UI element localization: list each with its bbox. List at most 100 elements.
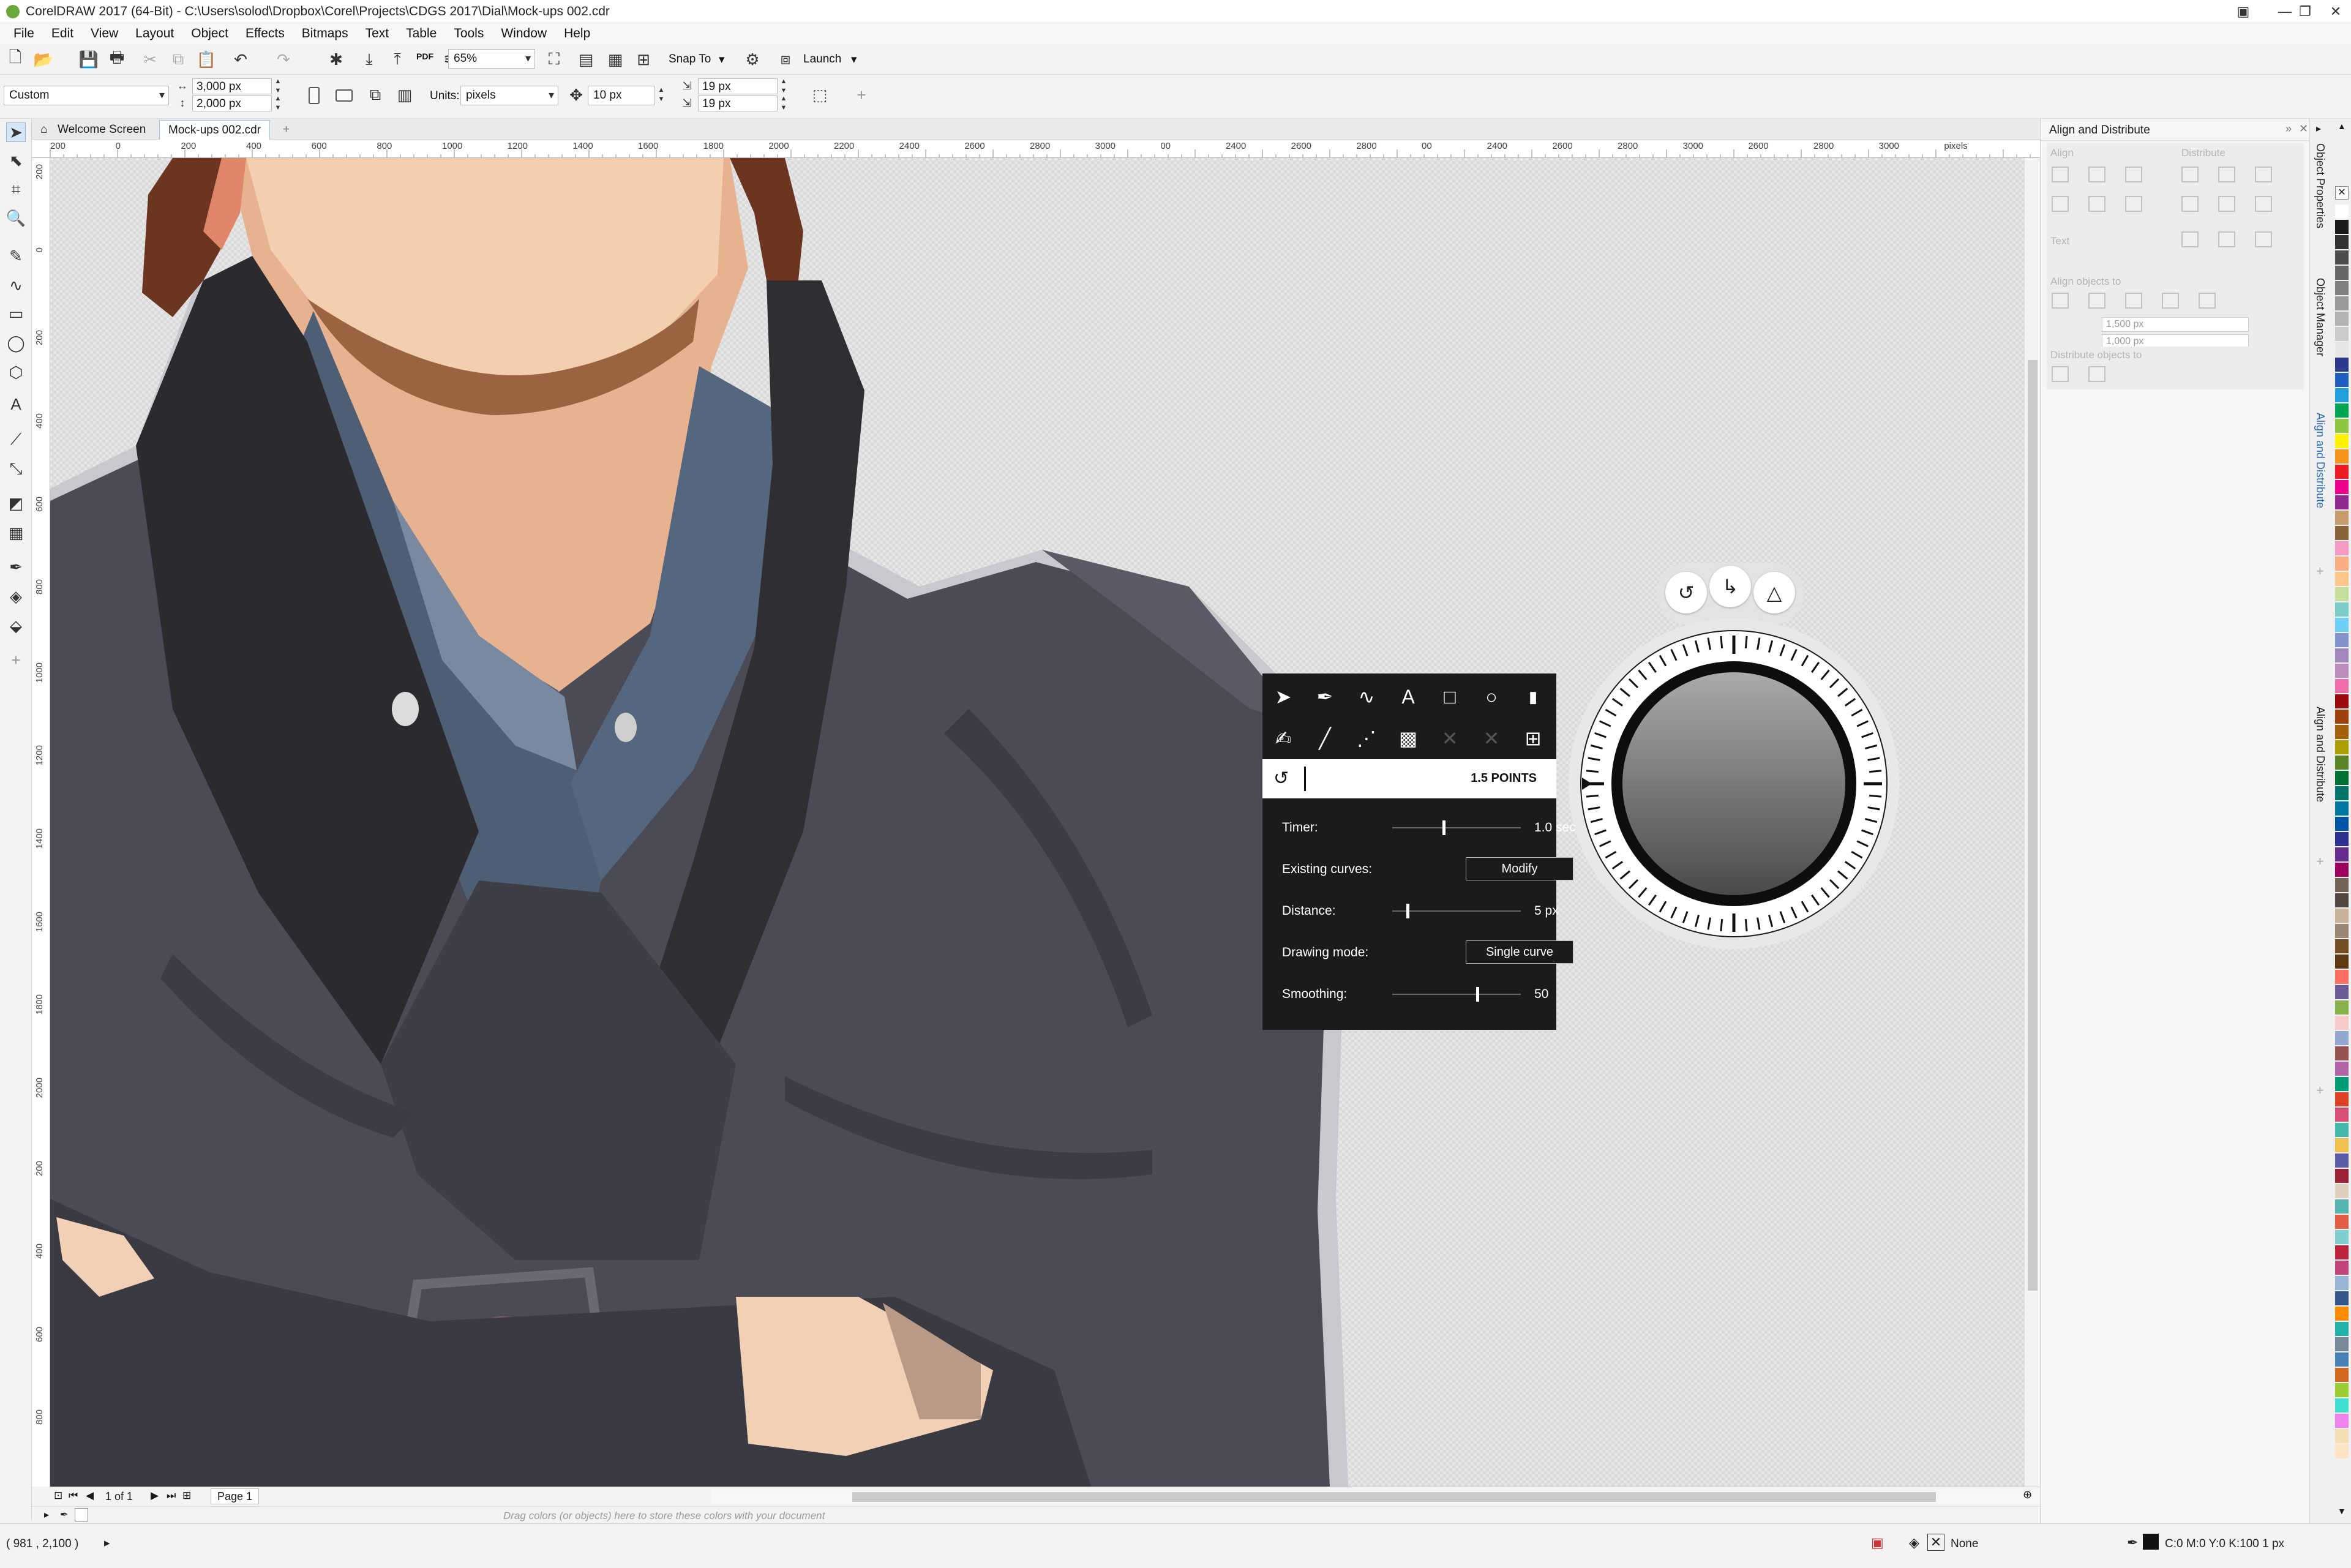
color-swatch[interactable]: [2335, 832, 2349, 846]
color-swatch[interactable]: [2335, 312, 2349, 326]
color-swatch[interactable]: [2335, 250, 2349, 264]
restore-button[interactable]: ❐: [2290, 0, 2320, 23]
vertical-scroll-thumb[interactable]: [2028, 360, 2038, 1291]
horizontal-ruler[interactable]: 200 0 200 400 600 800 1000 1200 1400 1600 1800 2000…: [32, 140, 2040, 158]
parallel-dimension-tool-icon[interactable]: ⟋: [6, 430, 26, 449]
crop-tool-icon[interactable]: ⌗: [6, 180, 26, 200]
undo-icon[interactable]: ↶: [231, 50, 250, 69]
shape-tool-icon[interactable]: ⬉: [6, 151, 26, 170]
horizontal-scrollbar[interactable]: [711, 1490, 2071, 1504]
brush-size-strip[interactable]: ↺ 1.5 POINTS: [1262, 759, 1556, 798]
text-align-icon-3[interactable]: [2255, 231, 2272, 247]
menu-effects[interactable]: Effects: [237, 26, 293, 41]
distribute-middle-icon[interactable]: [2218, 196, 2235, 212]
color-swatch[interactable]: [2335, 847, 2349, 861]
color-swatch[interactable]: [2335, 786, 2349, 800]
menu-file[interactable]: File: [5, 26, 43, 41]
status-expand-icon[interactable]: ▸: [104, 1536, 110, 1550]
color-swatch[interactable]: [2335, 1261, 2349, 1275]
smart-fill-tool-icon[interactable]: ⬙: [6, 616, 26, 636]
color-swatch[interactable]: [2335, 1046, 2349, 1060]
dial-undo-icon[interactable]: ↺: [1665, 572, 1707, 613]
help-icon[interactable]: ▣: [2222, 0, 2264, 23]
color-swatch[interactable]: [2335, 495, 2349, 509]
last-page-icon[interactable]: ⏭: [167, 1490, 176, 1502]
color-swatch[interactable]: [2335, 526, 2349, 540]
menu-tools[interactable]: Tools: [445, 26, 492, 41]
show-guidelines-icon[interactable]: ⊞: [634, 50, 653, 69]
menu-view[interactable]: View: [82, 26, 127, 41]
color-swatch[interactable]: [2335, 710, 2349, 724]
align-to-grid-icon[interactable]: [2162, 293, 2179, 309]
polygon-tool-icon[interactable]: ⬡: [6, 362, 26, 382]
color-swatch[interactable]: [2335, 1123, 2349, 1137]
color-swatch[interactable]: [2335, 1322, 2349, 1336]
color-swatch[interactable]: [2335, 1398, 2349, 1412]
color-swatch[interactable]: [2335, 863, 2349, 877]
distribute-bottom-icon[interactable]: [2255, 196, 2272, 212]
duplicate-y-field[interactable]: 19 px: [698, 96, 778, 111]
tab-welcome-screen[interactable]: Welcome Screen: [49, 120, 154, 140]
color-swatch[interactable]: [2335, 419, 2349, 433]
color-swatch[interactable]: [2335, 1245, 2349, 1259]
color-eyedropper-tool-icon[interactable]: ✒: [6, 557, 26, 577]
copy-icon[interactable]: ⧉: [169, 50, 187, 69]
color-swatch[interactable]: [2335, 924, 2349, 938]
tab-object-properties[interactable]: Object Properties: [2314, 143, 2327, 228]
eyedropper-icon[interactable]: ✒: [60, 1509, 68, 1521]
pick-tool-icon[interactable]: ➤: [1269, 682, 1298, 711]
timer-slider[interactable]: [1392, 827, 1521, 828]
color-swatch[interactable]: [2335, 1092, 2349, 1106]
palette-scroll-down-icon[interactable]: ▼: [2338, 1506, 2346, 1516]
outline-color-swatch[interactable]: [2143, 1534, 2159, 1550]
add-docker-icon[interactable]: +: [2316, 563, 2324, 579]
color-swatch[interactable]: [2335, 342, 2349, 356]
color-swatch[interactable]: [2335, 1383, 2349, 1397]
menu-edit[interactable]: Edit: [43, 26, 82, 41]
color-swatch[interactable]: [2335, 1276, 2349, 1290]
interactive-fill-tool-icon[interactable]: ◈: [6, 587, 26, 606]
color-swatch[interactable]: [2335, 1184, 2349, 1198]
add-icon[interactable]: ⊞: [1518, 724, 1548, 753]
close-button[interactable]: ✕: [2320, 0, 2351, 23]
treat-as-filled-icon[interactable]: ⬚: [811, 86, 829, 104]
next-page-icon[interactable]: ▶: [151, 1490, 159, 1502]
launch-icon[interactable]: ⧈: [776, 50, 795, 69]
tab-align-distribute-2[interactable]: Align and Distribute: [2314, 707, 2327, 802]
color-swatch[interactable]: [2335, 220, 2349, 234]
vertical-ruler[interactable]: 200 0 200 400 600 800 1000 1200 1400 1600 1800 2000…: [32, 158, 50, 1487]
text-tool-icon[interactable]: A: [6, 394, 26, 414]
surface-dial[interactable]: [1562, 612, 1905, 955]
docker-close-icon[interactable]: ✕: [2299, 122, 2308, 135]
color-swatch[interactable]: [2335, 602, 2349, 617]
rectangle-tool-icon[interactable]: ▭: [6, 304, 26, 323]
duplicate-x-field[interactable]: 19 px: [698, 78, 778, 94]
portrait-icon[interactable]: [309, 87, 320, 104]
docker-tabs-arrow-icon[interactable]: ▸: [2316, 122, 2321, 135]
color-swatch[interactable]: [2335, 1153, 2349, 1168]
launch-chevron-icon[interactable]: ▾: [851, 53, 857, 67]
color-swatch[interactable]: [2335, 266, 2349, 280]
full-screen-preview-icon[interactable]: ⛶: [545, 50, 563, 69]
zoom-tool-icon[interactable]: 🔍: [6, 208, 26, 228]
color-swatch[interactable]: [2335, 909, 2349, 923]
smoothing-slider[interactable]: [1392, 994, 1521, 995]
paste-icon[interactable]: 📋: [197, 50, 216, 69]
duplicate-y-spinner-icon[interactable]: ▲ ▼: [778, 94, 790, 114]
nudge-distance-field[interactable]: 10 px: [588, 86, 655, 105]
align-center-v-icon[interactable]: [2088, 196, 2105, 212]
distribute-center-icon[interactable]: [2218, 167, 2235, 182]
align-to-page-edge-icon[interactable]: [2088, 293, 2105, 309]
add-docker-icon-2[interactable]: +: [2316, 853, 2324, 869]
cut-icon[interactable]: ✂: [141, 50, 159, 69]
color-swatch[interactable]: [2335, 1031, 2349, 1045]
color-swatch[interactable]: [2335, 1352, 2349, 1367]
timer-slider-thumb[interactable]: [1442, 820, 1445, 835]
current-page-icon[interactable]: ▥: [396, 86, 414, 104]
pen-tool-icon[interactable]: ✒: [1310, 682, 1340, 711]
palette-arrow-icon[interactable]: ▸: [44, 1509, 49, 1521]
color-swatch[interactable]: [2335, 296, 2349, 310]
color-swatch[interactable]: [2335, 1429, 2349, 1443]
show-rulers-icon[interactable]: ▤: [577, 50, 595, 69]
color-swatch[interactable]: [2335, 449, 2349, 463]
